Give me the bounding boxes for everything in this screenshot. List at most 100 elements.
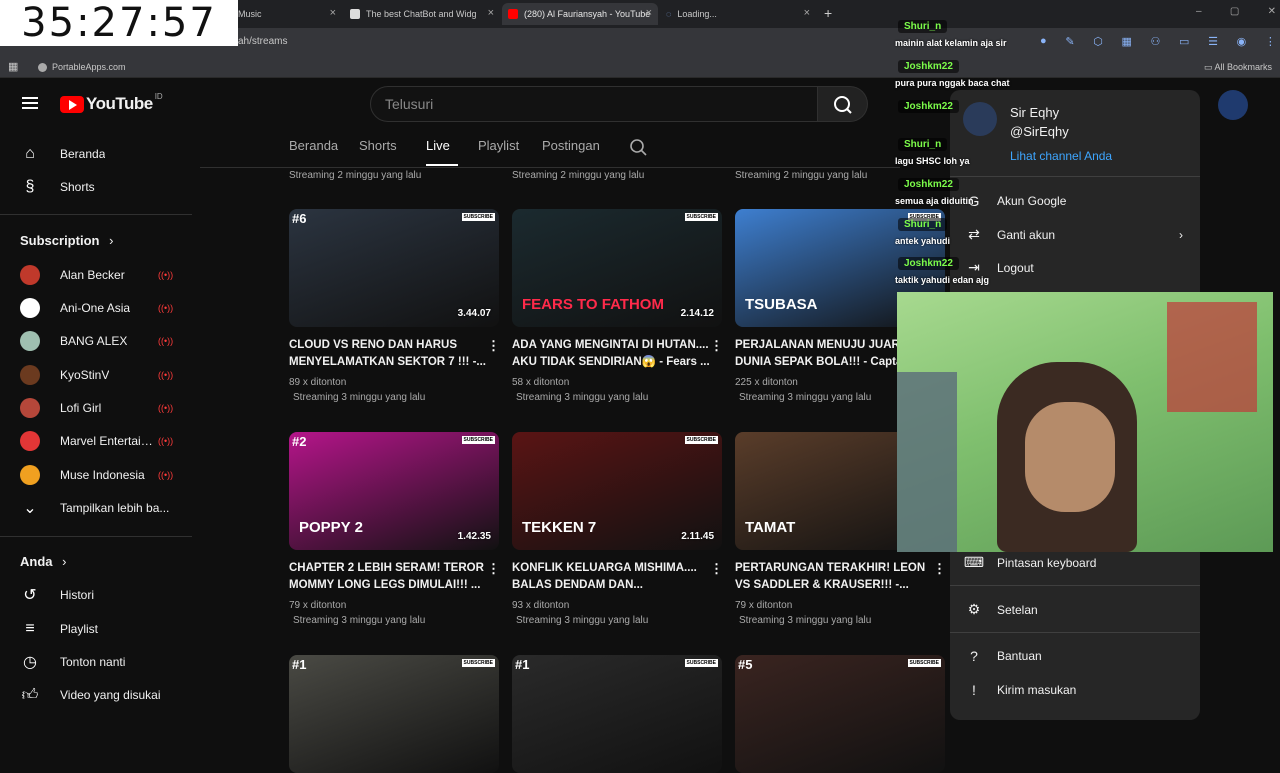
divider xyxy=(950,585,1200,586)
browser-tab-youtube[interactable]: (280) Al Fauriansyah - YouTube × xyxy=(502,3,658,25)
extension-icon[interactable]: ⚇ xyxy=(1151,35,1161,48)
video-thumbnail[interactable]: SUBSCRIBE FEARS TO FATHOM 2.14.12 xyxy=(512,209,722,327)
sidebar-item-histori[interactable]: ↺ Histori xyxy=(0,578,192,612)
stream-timer: 35:27:57 xyxy=(0,0,238,46)
browser-tab-music[interactable]: Music × xyxy=(232,3,342,25)
new-tab-icon[interactable]: + xyxy=(824,5,832,21)
subscription-item[interactable]: Marvel Entertain... ((•)) xyxy=(0,424,192,458)
sidebar-item-beranda[interactable]: ⌂ Beranda xyxy=(0,137,192,171)
menu-item-label: Bantuan xyxy=(997,649,1042,663)
channel-avatar xyxy=(20,398,40,418)
subscription-item[interactable]: KyoStinV ((•)) xyxy=(0,358,192,392)
menu-item-settings[interactable]: ⚙ Setelan xyxy=(963,601,1038,618)
video-title[interactable]: BALAS DENDAM DAN... xyxy=(512,577,712,593)
more-options-icon[interactable]: ⋮ xyxy=(710,338,723,354)
video-title[interactable]: ADA YANG MENGINTAI DI HUTAN.... xyxy=(512,337,712,353)
video-title[interactable]: MENYELAMATKAN SEKTOR 7 !!! -... xyxy=(289,354,489,370)
channel-search-icon[interactable] xyxy=(629,138,649,158)
browser-tab-loading[interactable]: ◌ Loading... × xyxy=(660,3,816,25)
tab-postingan[interactable]: Postingan xyxy=(542,138,600,153)
more-options-icon[interactable]: ⋮ xyxy=(487,561,500,577)
subscription-item[interactable]: BANG ALEX ((•)) xyxy=(0,324,192,358)
video-title[interactable]: MOMMY LONG LEGS DIMULAI!!! ... xyxy=(289,577,489,593)
video-thumbnail[interactable]: SUBSCRIBE TEKKEN 7 2.11.45 xyxy=(512,432,722,550)
more-options-icon[interactable]: ⋮ xyxy=(487,338,500,354)
more-icon[interactable]: ⋮ xyxy=(1265,35,1276,48)
tab-live[interactable]: Live xyxy=(426,138,450,153)
video-thumbnail[interactable]: SUBSCRIBE #2 POPPY 2 1.42.35 xyxy=(289,432,499,550)
you-header[interactable]: Anda › xyxy=(20,554,66,569)
channel-avatar xyxy=(20,465,40,485)
video-title[interactable]: CLOUD VS RENO DAN HARUS xyxy=(289,337,489,353)
chat-message: lagu SHSC loh ya xyxy=(895,156,970,166)
sidebar-item-tonton-nanti[interactable]: ◷ Tonton nanti xyxy=(0,645,192,679)
extension-icons[interactable]: ● ✎ ⬡ ▦ ⚇ ▭ ☰ ◉ ⋮ xyxy=(1040,35,1276,48)
video-title[interactable]: PERTARUNGAN TERAKHIR! LEON xyxy=(735,560,935,576)
sidebar-item-label: Beranda xyxy=(60,147,106,161)
chat-username: Shuri_n xyxy=(898,138,948,151)
search-input[interactable]: Telusuri xyxy=(370,86,818,122)
close-icon[interactable]: × xyxy=(330,7,336,19)
url-text[interactable]: ah/streams xyxy=(238,36,287,47)
extension-icon[interactable]: ⬡ xyxy=(1093,35,1103,48)
subscription-item[interactable]: Alan Becker ((•)) xyxy=(0,258,192,292)
divider xyxy=(0,214,192,215)
bookmark-portableapps[interactable]: PortableApps.com xyxy=(38,62,126,72)
subscription-label: BANG ALEX xyxy=(60,334,128,348)
close-window-icon[interactable]: ✕ xyxy=(1268,6,1276,17)
all-bookmarks[interactable]: ▭ All Bookmarks xyxy=(1204,62,1272,73)
video-title[interactable]: AKU TIDAK SENDIRIAN😱 - Fears ... xyxy=(512,354,712,370)
sidebar-item-video-disukai[interactable]: 👍︎ Video yang disukai xyxy=(0,678,192,712)
youtube-play-icon xyxy=(60,95,84,113)
video-thumbnail[interactable]: SUBSCRIBE #1 xyxy=(512,655,722,773)
rank-badge: #6 xyxy=(292,211,307,226)
chevron-down-icon: ⌄ xyxy=(23,500,37,517)
extension-icon[interactable]: ▭ xyxy=(1179,35,1189,48)
subscription-header[interactable]: Subscription › xyxy=(20,233,113,248)
window-controls[interactable]: – ▢ ✕ xyxy=(1196,6,1276,17)
extension-icon[interactable]: ▦ xyxy=(1121,35,1131,48)
search-button[interactable] xyxy=(818,86,868,122)
video-title[interactable]: VS SADDLER & KRAUSER!!! -... xyxy=(735,577,935,593)
maximize-icon[interactable]: ▢ xyxy=(1230,6,1239,17)
extension-icon[interactable]: ● xyxy=(1040,35,1047,48)
subscription-item[interactable]: Ani-One Asia ((•)) xyxy=(0,291,192,325)
sidebar-item-playlist[interactable]: ≡ Playlist xyxy=(0,612,192,646)
youtube-logo[interactable]: YouTube ID xyxy=(60,92,163,114)
menu-item-help[interactable]: ? Bantuan xyxy=(963,648,1042,664)
show-more-button[interactable]: ⌄ Tampilkan lebih ba... xyxy=(0,491,192,525)
chevron-right-icon: › xyxy=(109,233,114,248)
sidebar-item-shorts[interactable]: § Shorts xyxy=(0,170,192,204)
view-count: 89 x ditonton xyxy=(289,377,347,388)
subscription-item[interactable]: Lofi Girl ((•)) xyxy=(0,391,192,425)
close-icon[interactable]: × xyxy=(488,7,494,19)
close-icon[interactable]: × xyxy=(804,7,810,19)
more-options-icon[interactable]: ⋮ xyxy=(933,561,946,577)
tab-beranda[interactable]: Beranda xyxy=(289,138,338,153)
browser-tab-chatbot[interactable]: The best ChatBot and Widg × xyxy=(344,3,500,25)
menu-item-feedback[interactable]: ! Kirim masukan xyxy=(963,682,1076,698)
tab-shorts[interactable]: Shorts xyxy=(359,138,397,153)
video-thumbnail[interactable]: SUBSCRIBE #1 xyxy=(289,655,499,773)
video-thumbnail[interactable]: SUBSCRIBE #5 xyxy=(735,655,945,773)
home-icon: ⌂ xyxy=(25,145,35,162)
tab-playlist[interactable]: Playlist xyxy=(478,138,519,153)
apps-grid-icon[interactable]: ▦ xyxy=(8,60,18,73)
search-icon xyxy=(834,96,852,114)
menu-icon[interactable]: ☰ xyxy=(1208,35,1218,48)
more-options-icon[interactable]: ⋮ xyxy=(710,561,723,577)
close-icon[interactable]: × xyxy=(646,7,652,19)
hamburger-menu-icon[interactable] xyxy=(22,97,38,109)
header-avatar[interactable] xyxy=(1218,90,1248,120)
like-icon: 👍︎ xyxy=(21,686,39,704)
video-title[interactable]: KONFLIK KELUARGA MISHIMA.... xyxy=(512,560,712,576)
video-thumbnail[interactable]: SUBSCRIBE #6 3.44.07 xyxy=(289,209,499,327)
menu-item-keyboard-shortcuts[interactable]: ⌨ Pintasan keyboard xyxy=(963,554,1097,571)
chat-username: Joshkm22 xyxy=(898,60,959,73)
profile-icon[interactable]: ◉ xyxy=(1237,35,1247,48)
minimize-icon[interactable]: – xyxy=(1196,6,1202,17)
subscription-item[interactable]: Muse Indonesia ((•)) xyxy=(0,458,192,492)
extension-icon[interactable]: ✎ xyxy=(1065,35,1074,48)
chevron-right-icon: › xyxy=(1179,227,1183,242)
video-title[interactable]: CHAPTER 2 LEBIH SERAM! TEROR xyxy=(289,560,489,576)
